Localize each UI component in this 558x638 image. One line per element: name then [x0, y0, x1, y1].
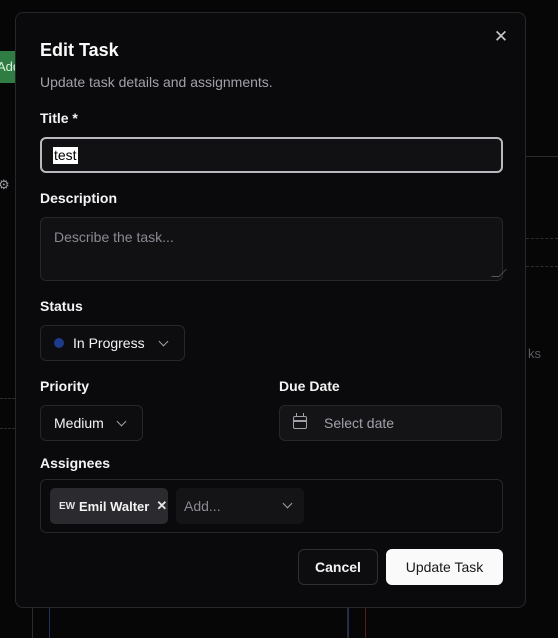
priority-select[interactable]: Medium [40, 405, 143, 441]
due-date-placeholder: Select date [324, 415, 395, 431]
background-divider [348, 608, 349, 638]
status-value: In Progress [73, 335, 145, 351]
background-divider [0, 428, 15, 429]
background-divider [526, 238, 558, 239]
calendar-icon [293, 413, 307, 429]
background-divider [526, 266, 558, 267]
due-date-picker[interactable]: Select date [279, 405, 502, 441]
avatar: EW [59, 500, 75, 512]
description-textarea[interactable]: Describe the task... [40, 217, 507, 281]
background-divider [0, 398, 15, 399]
remove-assignee-icon[interactable]: ✕ [156, 498, 167, 514]
background-gear-icon: ⚙ [0, 177, 10, 192]
cancel-button[interactable]: Cancel [298, 549, 378, 585]
background-text: ks [528, 346, 541, 361]
chevron-down-icon [158, 336, 169, 347]
assignee-add-placeholder: Add... [184, 498, 221, 514]
status-dot-icon [54, 338, 64, 348]
chevron-down-icon [282, 498, 293, 509]
description-label: Description [40, 190, 118, 206]
edit-task-dialog: ✕ Edit Task Update task details and assi… [15, 12, 526, 608]
assignee-add-select[interactable]: Add... [176, 488, 304, 524]
resize-handle-icon[interactable] [491, 269, 507, 277]
update-task-button[interactable]: Update Task [386, 549, 503, 585]
due-date-label: Due Date [279, 378, 340, 394]
close-icon[interactable]: ✕ [493, 28, 509, 45]
assignees-label: Assignees [40, 455, 111, 471]
background-divider [49, 608, 50, 638]
background-divider [32, 608, 33, 638]
priority-value: Medium [54, 415, 104, 431]
assignee-name: Emil Walter [79, 498, 150, 514]
chevron-down-icon [116, 416, 127, 427]
background-divider [365, 608, 366, 638]
title-label: Title * [40, 110, 78, 126]
background-divider [526, 156, 558, 157]
background-add-button[interactable]: Add [0, 51, 16, 83]
assignees-field: EW Emil Walter ✕ Add... [40, 479, 503, 533]
assignee-chip: EW Emil Walter ✕ [50, 488, 168, 524]
dialog-subtitle: Update task details and assignments. [40, 74, 273, 90]
status-label: Status [40, 298, 83, 314]
title-input-value: test [53, 147, 78, 164]
status-select[interactable]: In Progress [40, 325, 185, 361]
title-input[interactable]: test [40, 137, 503, 173]
priority-label: Priority [40, 378, 90, 394]
description-placeholder: Describe the task... [54, 229, 174, 245]
dialog-title: Edit Task [40, 40, 119, 60]
